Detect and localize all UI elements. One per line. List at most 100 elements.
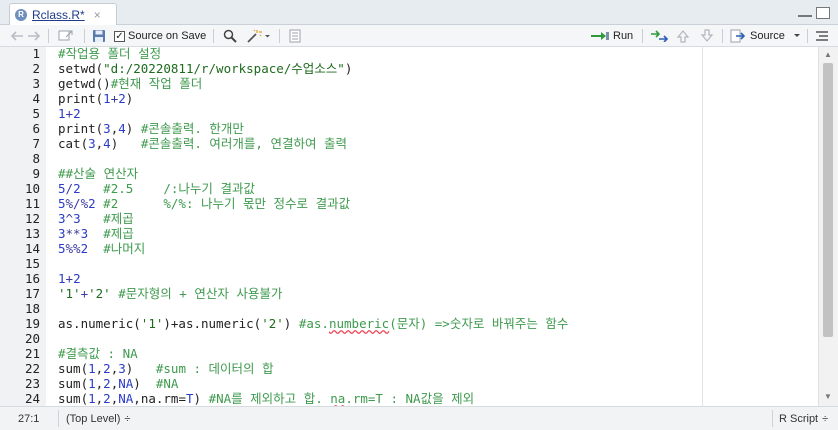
- line-number: 12: [24, 211, 40, 226]
- checkbox-checked-icon[interactable]: ✓: [114, 30, 125, 42]
- close-tab-icon[interactable]: ×: [94, 8, 101, 22]
- scope-selector[interactable]: (Top Level) ÷: [66, 407, 130, 430]
- code-token: 2: [103, 391, 111, 406]
- minimize-pane-button[interactable]: [798, 7, 812, 17]
- code-line[interactable]: 18: [0, 301, 820, 316]
- code-line[interactable]: 16 1+2: [0, 271, 820, 286]
- line-number: 4: [32, 91, 40, 106]
- editor-tab-bar: R Rclass.R* ×: [0, 0, 838, 25]
- status-bar: 27:1 (Top Level) ÷ R Script ÷: [0, 406, 838, 430]
- line-code: 5%/%2 #2 %/%: 나누기 몫만 정수로 결과값: [58, 196, 350, 211]
- r-file-icon: R: [15, 8, 27, 21]
- scope-label: (Top Level): [66, 412, 121, 425]
- code-token: +: [65, 106, 74, 121]
- code-token: #NA를 제외하고 합.: [208, 391, 331, 406]
- code-line[interactable]: 5 1+2: [0, 106, 820, 121]
- code-line[interactable]: 20: [0, 331, 820, 346]
- code-token: #제곱: [103, 211, 134, 226]
- line-code: setwd("d:/20220811/r/workspace/수업소스"): [58, 61, 352, 76]
- code-token: 2: [103, 376, 111, 391]
- code-token: )+as.numeric(: [163, 316, 262, 331]
- code-token: #나머지: [103, 241, 146, 256]
- code-token: ): [125, 361, 156, 376]
- scrollbar-thumb[interactable]: [823, 63, 833, 337]
- source-button[interactable]: Source: [730, 25, 801, 47]
- line-number: 7: [32, 136, 40, 151]
- code-line[interactable]: 2 setwd("d:/20220811/r/workspace/수업소스"): [0, 61, 820, 76]
- line-code: 1+2: [58, 106, 81, 121]
- tab-rclass[interactable]: R Rclass.R* ×: [9, 3, 117, 25]
- magic-wand-icon[interactable]: [246, 25, 270, 47]
- chevron-down-icon: [793, 34, 800, 37]
- code-token: '2': [261, 316, 284, 331]
- code-line[interactable]: 13 3**3 #제곱: [0, 226, 820, 241]
- line-number: 19: [24, 316, 40, 331]
- code-token: ): [193, 391, 209, 406]
- code-token: NA: [118, 376, 134, 391]
- code-token: 3: [118, 361, 126, 376]
- code-line[interactable]: 23 sum(1,2,NA) #NA: [0, 376, 820, 391]
- window-controls: [798, 7, 830, 19]
- file-type-selector[interactable]: R Script ÷: [779, 407, 828, 430]
- vertical-scrollbar[interactable]: ▲ ▼: [818, 47, 838, 406]
- code-line[interactable]: 3 getwd()#현재 작업 폴더: [0, 76, 820, 91]
- source-on-save-checkbox[interactable]: ✓ Source on Save: [114, 25, 206, 47]
- code-token: '1': [140, 316, 164, 331]
- code-token: sum(: [58, 361, 89, 376]
- line-code: 3**3 #제곱: [58, 226, 134, 241]
- rerun-icon[interactable]: [650, 25, 670, 47]
- code-line[interactable]: 24 sum(1,2,NA,na.rm=T) #NA를 제외하고 합. na.rm…: [0, 391, 820, 406]
- line-code: print(3,4) #콘솔출력. 한개만: [58, 121, 244, 136]
- code-line[interactable]: 1 #작업용 폴더 설정: [0, 47, 820, 61]
- save-icon[interactable]: [92, 25, 106, 47]
- code-token: '2': [88, 286, 111, 301]
- code-token: 2: [73, 181, 81, 196]
- outline-menu-icon[interactable]: [815, 25, 829, 47]
- code-token: "d:/20220811/r/workspace/수업소스": [103, 61, 345, 76]
- scroll-down-icon[interactable]: ▼: [824, 392, 832, 401]
- code-token: #제곱: [103, 226, 134, 241]
- line-code: 1+2: [58, 271, 81, 286]
- code-token: cat(: [58, 136, 89, 151]
- code-editor[interactable]: 1 #작업용 폴더 설정 2 setwd("d:/20220811/r/workspa…: [0, 47, 838, 406]
- code-line[interactable]: 19 as.numeric('1')+as.numeric('2') #as.nu…: [0, 316, 820, 331]
- code-line[interactable]: 22 sum(1,2,3) #sum : 데이터의 합: [0, 361, 820, 376]
- code-line[interactable]: 7 cat(3,4) #콘솔출력. 여러개를, 연결하여 출력: [0, 136, 820, 151]
- code-token: 3: [88, 136, 96, 151]
- code-line[interactable]: 15: [0, 256, 820, 271]
- code-line[interactable]: 12 3^3 #제곱: [0, 211, 820, 226]
- code-token: 1: [58, 106, 66, 121]
- code-line[interactable]: 21 #결측값 : NA: [0, 346, 820, 361]
- back-arrow-icon[interactable]: [10, 25, 24, 47]
- show-in-window-icon[interactable]: [58, 25, 74, 47]
- code-line[interactable]: 14 5%%2 #나머지: [0, 241, 820, 256]
- code-token: 3: [103, 121, 111, 136]
- code-token: 1: [88, 361, 96, 376]
- code-line[interactable]: 9 ##산술 연산자: [0, 166, 820, 181]
- code-line[interactable]: 4 print(1+2): [0, 91, 820, 106]
- code-token: %/%: [65, 196, 89, 211]
- code-token: #작업용 폴더 설정: [58, 47, 162, 61]
- forward-arrow-icon[interactable]: [27, 25, 41, 47]
- code-line[interactable]: 8: [0, 151, 820, 166]
- code-line[interactable]: 17 '1'+'2' #문자형의 + 연산자 사용불가: [0, 286, 820, 301]
- line-number: 13: [24, 226, 40, 241]
- scroll-up-icon[interactable]: ▲: [824, 50, 832, 59]
- code-token: '1': [58, 286, 81, 301]
- code-line[interactable]: 11 5%/%2 #2 %/%: 나누기 몫만 정수로 결과값: [0, 196, 820, 211]
- code-token: 2: [73, 106, 81, 121]
- compile-report-icon[interactable]: [288, 25, 302, 47]
- run-button[interactable]: Run: [591, 25, 633, 47]
- line-code: getwd()#현재 작업 폴더: [58, 76, 202, 91]
- code-token: getwd(): [58, 76, 111, 91]
- code-line[interactable]: 10 5/2 #2.5 /:나누기 결과값: [0, 181, 820, 196]
- line-number: 14: [24, 241, 40, 256]
- search-icon[interactable]: [223, 25, 237, 47]
- code-token: 1: [103, 91, 111, 106]
- cursor-position: 27:1: [18, 412, 40, 425]
- code-line[interactable]: 6 print(3,4) #콘솔출력. 한개만: [0, 121, 820, 136]
- line-number: 3: [32, 76, 40, 91]
- chunk-down-icon[interactable]: [700, 25, 714, 47]
- maximize-pane-button[interactable]: [816, 7, 830, 19]
- chunk-up-icon[interactable]: [676, 25, 690, 47]
